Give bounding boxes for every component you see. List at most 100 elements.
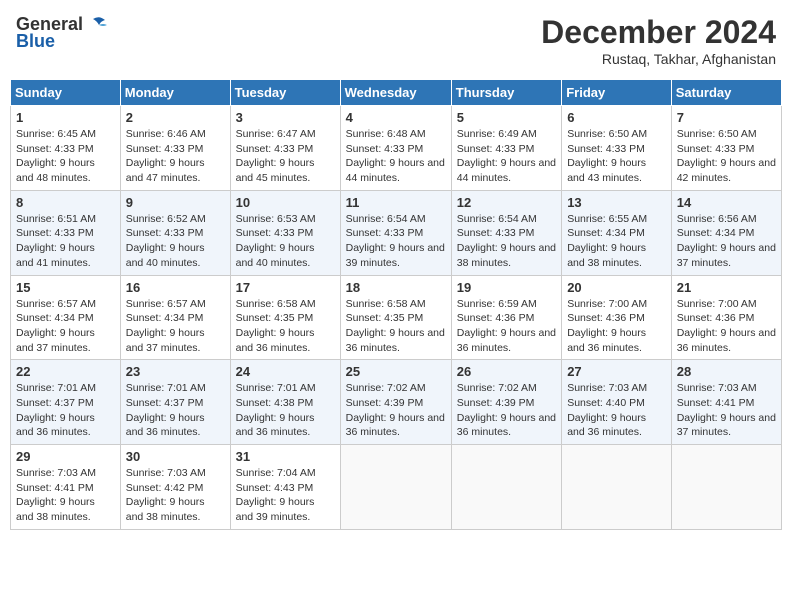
calendar-cell: 31 Sunrise: 7:04 AM Sunset: 4:43 PM Dayl… bbox=[230, 445, 340, 530]
day-detail: Sunrise: 6:58 AM Sunset: 4:35 PM Dayligh… bbox=[346, 297, 446, 356]
title-area: December 2024 Rustaq, Takhar, Afghanista… bbox=[541, 14, 776, 67]
day-detail: Sunrise: 6:57 AM Sunset: 4:34 PM Dayligh… bbox=[16, 297, 115, 356]
day-number: 17 bbox=[236, 280, 335, 295]
day-number: 1 bbox=[16, 110, 115, 125]
logo-blue-text: Blue bbox=[16, 31, 55, 52]
day-number: 22 bbox=[16, 364, 115, 379]
month-title: December 2024 bbox=[541, 14, 776, 51]
day-detail: Sunrise: 7:01 AM Sunset: 4:37 PM Dayligh… bbox=[16, 381, 115, 440]
day-detail: Sunrise: 6:48 AM Sunset: 4:33 PM Dayligh… bbox=[346, 127, 446, 186]
calendar-cell: 4 Sunrise: 6:48 AM Sunset: 4:33 PM Dayli… bbox=[340, 106, 451, 191]
calendar-cell: 15 Sunrise: 6:57 AM Sunset: 4:34 PM Dayl… bbox=[11, 275, 121, 360]
calendar-cell: 2 Sunrise: 6:46 AM Sunset: 4:33 PM Dayli… bbox=[120, 106, 230, 191]
calendar-cell: 20 Sunrise: 7:00 AM Sunset: 4:36 PM Dayl… bbox=[562, 275, 672, 360]
day-detail: Sunrise: 6:50 AM Sunset: 4:33 PM Dayligh… bbox=[677, 127, 776, 186]
day-detail: Sunrise: 7:02 AM Sunset: 4:39 PM Dayligh… bbox=[346, 381, 446, 440]
day-number: 6 bbox=[567, 110, 666, 125]
calendar-header-row: SundayMondayTuesdayWednesdayThursdayFrid… bbox=[11, 80, 782, 106]
calendar-cell: 28 Sunrise: 7:03 AM Sunset: 4:41 PM Dayl… bbox=[671, 360, 781, 445]
location-title: Rustaq, Takhar, Afghanistan bbox=[541, 51, 776, 67]
calendar-cell bbox=[340, 445, 451, 530]
calendar-week-row: 29 Sunrise: 7:03 AM Sunset: 4:41 PM Dayl… bbox=[11, 445, 782, 530]
calendar-cell: 25 Sunrise: 7:02 AM Sunset: 4:39 PM Dayl… bbox=[340, 360, 451, 445]
day-number: 2 bbox=[126, 110, 225, 125]
day-number: 23 bbox=[126, 364, 225, 379]
day-of-week-header: Saturday bbox=[671, 80, 781, 106]
calendar-cell: 9 Sunrise: 6:52 AM Sunset: 4:33 PM Dayli… bbox=[120, 190, 230, 275]
day-number: 13 bbox=[567, 195, 666, 210]
logo-bird-icon bbox=[85, 15, 107, 35]
calendar-cell: 13 Sunrise: 6:55 AM Sunset: 4:34 PM Dayl… bbox=[562, 190, 672, 275]
day-number: 27 bbox=[567, 364, 666, 379]
calendar-cell: 29 Sunrise: 7:03 AM Sunset: 4:41 PM Dayl… bbox=[11, 445, 121, 530]
day-detail: Sunrise: 6:54 AM Sunset: 4:33 PM Dayligh… bbox=[346, 212, 446, 271]
day-detail: Sunrise: 6:52 AM Sunset: 4:33 PM Dayligh… bbox=[126, 212, 225, 271]
day-of-week-header: Wednesday bbox=[340, 80, 451, 106]
day-number: 24 bbox=[236, 364, 335, 379]
day-detail: Sunrise: 6:56 AM Sunset: 4:34 PM Dayligh… bbox=[677, 212, 776, 271]
day-detail: Sunrise: 7:00 AM Sunset: 4:36 PM Dayligh… bbox=[677, 297, 776, 356]
day-number: 8 bbox=[16, 195, 115, 210]
day-number: 4 bbox=[346, 110, 446, 125]
calendar-cell: 11 Sunrise: 6:54 AM Sunset: 4:33 PM Dayl… bbox=[340, 190, 451, 275]
day-detail: Sunrise: 7:03 AM Sunset: 4:40 PM Dayligh… bbox=[567, 381, 666, 440]
day-detail: Sunrise: 6:49 AM Sunset: 4:33 PM Dayligh… bbox=[457, 127, 556, 186]
calendar-cell: 23 Sunrise: 7:01 AM Sunset: 4:37 PM Dayl… bbox=[120, 360, 230, 445]
header: General Blue December 2024 Rustaq, Takha… bbox=[10, 10, 782, 71]
calendar-cell: 26 Sunrise: 7:02 AM Sunset: 4:39 PM Dayl… bbox=[451, 360, 561, 445]
day-detail: Sunrise: 7:03 AM Sunset: 4:41 PM Dayligh… bbox=[677, 381, 776, 440]
day-number: 21 bbox=[677, 280, 776, 295]
day-number: 15 bbox=[16, 280, 115, 295]
calendar-week-row: 22 Sunrise: 7:01 AM Sunset: 4:37 PM Dayl… bbox=[11, 360, 782, 445]
calendar-cell: 24 Sunrise: 7:01 AM Sunset: 4:38 PM Dayl… bbox=[230, 360, 340, 445]
day-detail: Sunrise: 6:51 AM Sunset: 4:33 PM Dayligh… bbox=[16, 212, 115, 271]
day-number: 5 bbox=[457, 110, 556, 125]
day-detail: Sunrise: 6:55 AM Sunset: 4:34 PM Dayligh… bbox=[567, 212, 666, 271]
day-of-week-header: Thursday bbox=[451, 80, 561, 106]
day-number: 31 bbox=[236, 449, 335, 464]
day-number: 18 bbox=[346, 280, 446, 295]
calendar-cell: 19 Sunrise: 6:59 AM Sunset: 4:36 PM Dayl… bbox=[451, 275, 561, 360]
day-detail: Sunrise: 7:03 AM Sunset: 4:42 PM Dayligh… bbox=[126, 466, 225, 525]
calendar-cell bbox=[671, 445, 781, 530]
day-number: 28 bbox=[677, 364, 776, 379]
day-number: 25 bbox=[346, 364, 446, 379]
day-detail: Sunrise: 6:57 AM Sunset: 4:34 PM Dayligh… bbox=[126, 297, 225, 356]
calendar-cell: 17 Sunrise: 6:58 AM Sunset: 4:35 PM Dayl… bbox=[230, 275, 340, 360]
calendar-cell bbox=[451, 445, 561, 530]
day-of-week-header: Tuesday bbox=[230, 80, 340, 106]
day-detail: Sunrise: 7:02 AM Sunset: 4:39 PM Dayligh… bbox=[457, 381, 556, 440]
day-detail: Sunrise: 7:04 AM Sunset: 4:43 PM Dayligh… bbox=[236, 466, 335, 525]
calendar-table: SundayMondayTuesdayWednesdayThursdayFrid… bbox=[10, 79, 782, 530]
day-number: 30 bbox=[126, 449, 225, 464]
day-number: 16 bbox=[126, 280, 225, 295]
day-detail: Sunrise: 6:47 AM Sunset: 4:33 PM Dayligh… bbox=[236, 127, 335, 186]
calendar-cell: 6 Sunrise: 6:50 AM Sunset: 4:33 PM Dayli… bbox=[562, 106, 672, 191]
day-number: 9 bbox=[126, 195, 225, 210]
logo: General Blue bbox=[16, 14, 107, 52]
day-number: 14 bbox=[677, 195, 776, 210]
day-detail: Sunrise: 6:45 AM Sunset: 4:33 PM Dayligh… bbox=[16, 127, 115, 186]
day-detail: Sunrise: 7:01 AM Sunset: 4:37 PM Dayligh… bbox=[126, 381, 225, 440]
calendar-cell: 12 Sunrise: 6:54 AM Sunset: 4:33 PM Dayl… bbox=[451, 190, 561, 275]
calendar-cell bbox=[562, 445, 672, 530]
calendar-cell: 7 Sunrise: 6:50 AM Sunset: 4:33 PM Dayli… bbox=[671, 106, 781, 191]
calendar-cell: 8 Sunrise: 6:51 AM Sunset: 4:33 PM Dayli… bbox=[11, 190, 121, 275]
calendar-cell: 16 Sunrise: 6:57 AM Sunset: 4:34 PM Dayl… bbox=[120, 275, 230, 360]
calendar-cell: 30 Sunrise: 7:03 AM Sunset: 4:42 PM Dayl… bbox=[120, 445, 230, 530]
day-number: 12 bbox=[457, 195, 556, 210]
day-of-week-header: Friday bbox=[562, 80, 672, 106]
calendar-week-row: 15 Sunrise: 6:57 AM Sunset: 4:34 PM Dayl… bbox=[11, 275, 782, 360]
day-of-week-header: Sunday bbox=[11, 80, 121, 106]
calendar-cell: 10 Sunrise: 6:53 AM Sunset: 4:33 PM Dayl… bbox=[230, 190, 340, 275]
day-detail: Sunrise: 6:46 AM Sunset: 4:33 PM Dayligh… bbox=[126, 127, 225, 186]
calendar-cell: 14 Sunrise: 6:56 AM Sunset: 4:34 PM Dayl… bbox=[671, 190, 781, 275]
day-of-week-header: Monday bbox=[120, 80, 230, 106]
calendar-week-row: 8 Sunrise: 6:51 AM Sunset: 4:33 PM Dayli… bbox=[11, 190, 782, 275]
calendar-cell: 1 Sunrise: 6:45 AM Sunset: 4:33 PM Dayli… bbox=[11, 106, 121, 191]
day-detail: Sunrise: 6:59 AM Sunset: 4:36 PM Dayligh… bbox=[457, 297, 556, 356]
day-number: 26 bbox=[457, 364, 556, 379]
day-number: 20 bbox=[567, 280, 666, 295]
day-detail: Sunrise: 6:50 AM Sunset: 4:33 PM Dayligh… bbox=[567, 127, 666, 186]
day-detail: Sunrise: 6:53 AM Sunset: 4:33 PM Dayligh… bbox=[236, 212, 335, 271]
